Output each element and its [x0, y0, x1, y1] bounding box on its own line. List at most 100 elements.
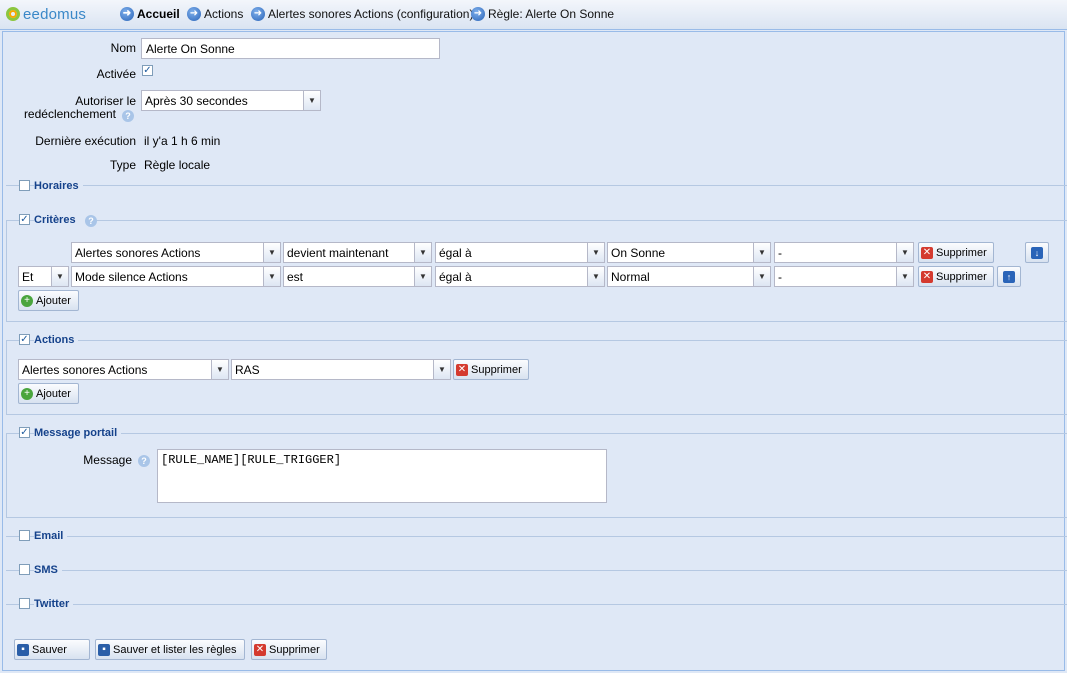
- add-icon: +: [21, 294, 33, 307]
- move-down-button[interactable]: ↓: [1025, 242, 1049, 263]
- chevron-down-icon[interactable]: ▼: [414, 243, 431, 262]
- add-icon: +: [21, 387, 33, 400]
- chevron-down-icon[interactable]: ▼: [51, 267, 68, 286]
- critere-1-condition-select[interactable]: devient maintenant ▼: [283, 242, 432, 263]
- chevron-down-icon[interactable]: ▼: [896, 267, 913, 286]
- autoriser-label-line2: redéclenchement: [23, 107, 116, 121]
- eedomus-logo[interactable]: eedomus: [6, 4, 86, 24]
- critere-2-condition-select[interactable]: est ▼: [283, 266, 432, 287]
- derniere-execution-label: Dernière exécution: [35, 134, 136, 148]
- select-value: -: [778, 246, 782, 260]
- save-and-list-button[interactable]: ▪ Sauver et lister les règles: [95, 639, 245, 660]
- button-label: Sauver et lister les règles: [113, 643, 237, 656]
- email-checkbox[interactable]: [19, 530, 30, 541]
- help-icon[interactable]: ?: [138, 455, 150, 467]
- horaires-checkbox[interactable]: [19, 180, 30, 191]
- select-value: RAS: [235, 363, 260, 377]
- activee-label: Activée: [96, 67, 136, 81]
- action-value-select[interactable]: RAS ▼: [231, 359, 451, 380]
- critere-1-extra-select[interactable]: - ▼: [774, 242, 914, 263]
- breadcrumb-configuration[interactable]: ➜ Alertes sonores Actions (configuration…: [251, 6, 473, 22]
- twitter-legend: Twitter: [34, 598, 74, 610]
- arrow-right-icon: ➜: [251, 7, 265, 21]
- critere-1-delete-button[interactable]: ✕ Supprimer: [918, 242, 994, 263]
- action-device-select[interactable]: Alertes sonores Actions ▼: [18, 359, 229, 380]
- select-value: -: [778, 270, 782, 284]
- actions-add-button[interactable]: + Ajouter: [18, 383, 79, 404]
- type-label: Type: [109, 158, 136, 172]
- critere-1-device-select[interactable]: Alertes sonores Actions ▼: [71, 242, 281, 263]
- breadcrumb-actions[interactable]: ➜ Actions: [187, 6, 243, 22]
- chevron-down-icon[interactable]: ▼: [587, 267, 604, 286]
- horaires-legend: Horaires: [34, 180, 83, 192]
- twitter-divider: [6, 604, 1067, 605]
- chevron-down-icon[interactable]: ▼: [414, 267, 431, 286]
- select-value: est: [287, 270, 304, 284]
- select-value: égal à: [439, 246, 472, 260]
- critere-2-connector-select[interactable]: Et ▼: [18, 266, 69, 287]
- redeclenchement-select[interactable]: Après 30 secondes ▼: [141, 90, 321, 111]
- select-value: Et: [22, 270, 34, 284]
- button-label: Supprimer: [269, 643, 320, 656]
- breadcrumb-label: Accueil: [137, 7, 180, 21]
- breadcrumb-accueil[interactable]: ➜ Accueil: [120, 6, 180, 22]
- breadcrumb-rule[interactable]: ➜ Règle: Alerte On Sonne: [471, 6, 614, 22]
- chevron-down-icon[interactable]: ▼: [896, 243, 913, 262]
- breadcrumb-label: Actions: [204, 7, 244, 21]
- critere-2-operator-select[interactable]: égal à ▼: [435, 266, 605, 287]
- email-legend: Email: [34, 530, 68, 542]
- button-label: Supprimer: [471, 363, 522, 376]
- message-textarea[interactable]: [RULE_NAME][RULE_TRIGGER]: [157, 449, 607, 503]
- select-value: On Sonne: [611, 246, 666, 260]
- delete-icon: ✕: [456, 363, 468, 376]
- breadcrumb-label: Règle: Alerte On Sonne: [488, 7, 615, 21]
- message-portail-legend: Message portail: [34, 427, 122, 439]
- type-value: Règle locale: [144, 158, 211, 172]
- derniere-execution-value: il y'a 1 h 6 min: [144, 134, 221, 148]
- select-value: égal à: [439, 270, 472, 284]
- floppy-disk-icon: ▪: [17, 643, 29, 656]
- message-portail-checkbox[interactable]: ✓: [19, 427, 30, 438]
- arrow-up-icon: ↑: [1003, 270, 1015, 283]
- save-button[interactable]: ▪ Sauver: [14, 639, 90, 660]
- activee-checkbox[interactable]: ✓: [142, 65, 153, 76]
- sms-divider: [6, 570, 1067, 571]
- critere-1-value-select[interactable]: On Sonne ▼: [607, 242, 771, 263]
- floppy-disk-icon: ▪: [98, 643, 110, 656]
- move-up-button[interactable]: ↑: [997, 266, 1021, 287]
- logo-ring-icon: [6, 7, 20, 21]
- chevron-down-icon[interactable]: ▼: [211, 360, 228, 379]
- criteres-checkbox[interactable]: ✓: [19, 214, 30, 225]
- critere-2-value-select[interactable]: Normal ▼: [607, 266, 771, 287]
- sms-checkbox[interactable]: [19, 564, 30, 575]
- delete-icon: ✕: [921, 270, 933, 283]
- select-value: Normal: [611, 270, 650, 284]
- action-delete-button[interactable]: ✕ Supprimer: [453, 359, 529, 380]
- chevron-down-icon[interactable]: ▼: [753, 267, 770, 286]
- criteres-add-button[interactable]: + Ajouter: [18, 290, 79, 311]
- help-icon[interactable]: ?: [122, 110, 134, 122]
- delete-icon: ✕: [254, 643, 266, 656]
- arrow-right-icon: ➜: [471, 7, 485, 21]
- twitter-checkbox[interactable]: [19, 598, 30, 609]
- critere-2-extra-select[interactable]: - ▼: [774, 266, 914, 287]
- button-label: Supprimer: [936, 246, 987, 259]
- critere-2-delete-button[interactable]: ✕ Supprimer: [918, 266, 994, 287]
- chevron-down-icon[interactable]: ▼: [263, 267, 280, 286]
- select-value: Après 30 secondes: [145, 94, 248, 108]
- help-icon[interactable]: ?: [85, 215, 97, 227]
- critere-2-device-select[interactable]: Mode silence Actions ▼: [71, 266, 281, 287]
- delete-icon: ✕: [921, 246, 933, 259]
- chevron-down-icon[interactable]: ▼: [753, 243, 770, 262]
- arrow-right-icon: ➜: [187, 7, 201, 21]
- button-label: Supprimer: [936, 270, 987, 283]
- chevron-down-icon[interactable]: ▼: [433, 360, 450, 379]
- critere-1-operator-select[interactable]: égal à ▼: [435, 242, 605, 263]
- chevron-down-icon[interactable]: ▼: [303, 91, 320, 110]
- chevron-down-icon[interactable]: ▼: [587, 243, 604, 262]
- actions-checkbox[interactable]: ✓: [19, 334, 30, 345]
- select-value: devient maintenant: [287, 246, 389, 260]
- delete-rule-button[interactable]: ✕ Supprimer: [251, 639, 327, 660]
- nom-input[interactable]: Alerte On Sonne: [141, 38, 440, 59]
- chevron-down-icon[interactable]: ▼: [263, 243, 280, 262]
